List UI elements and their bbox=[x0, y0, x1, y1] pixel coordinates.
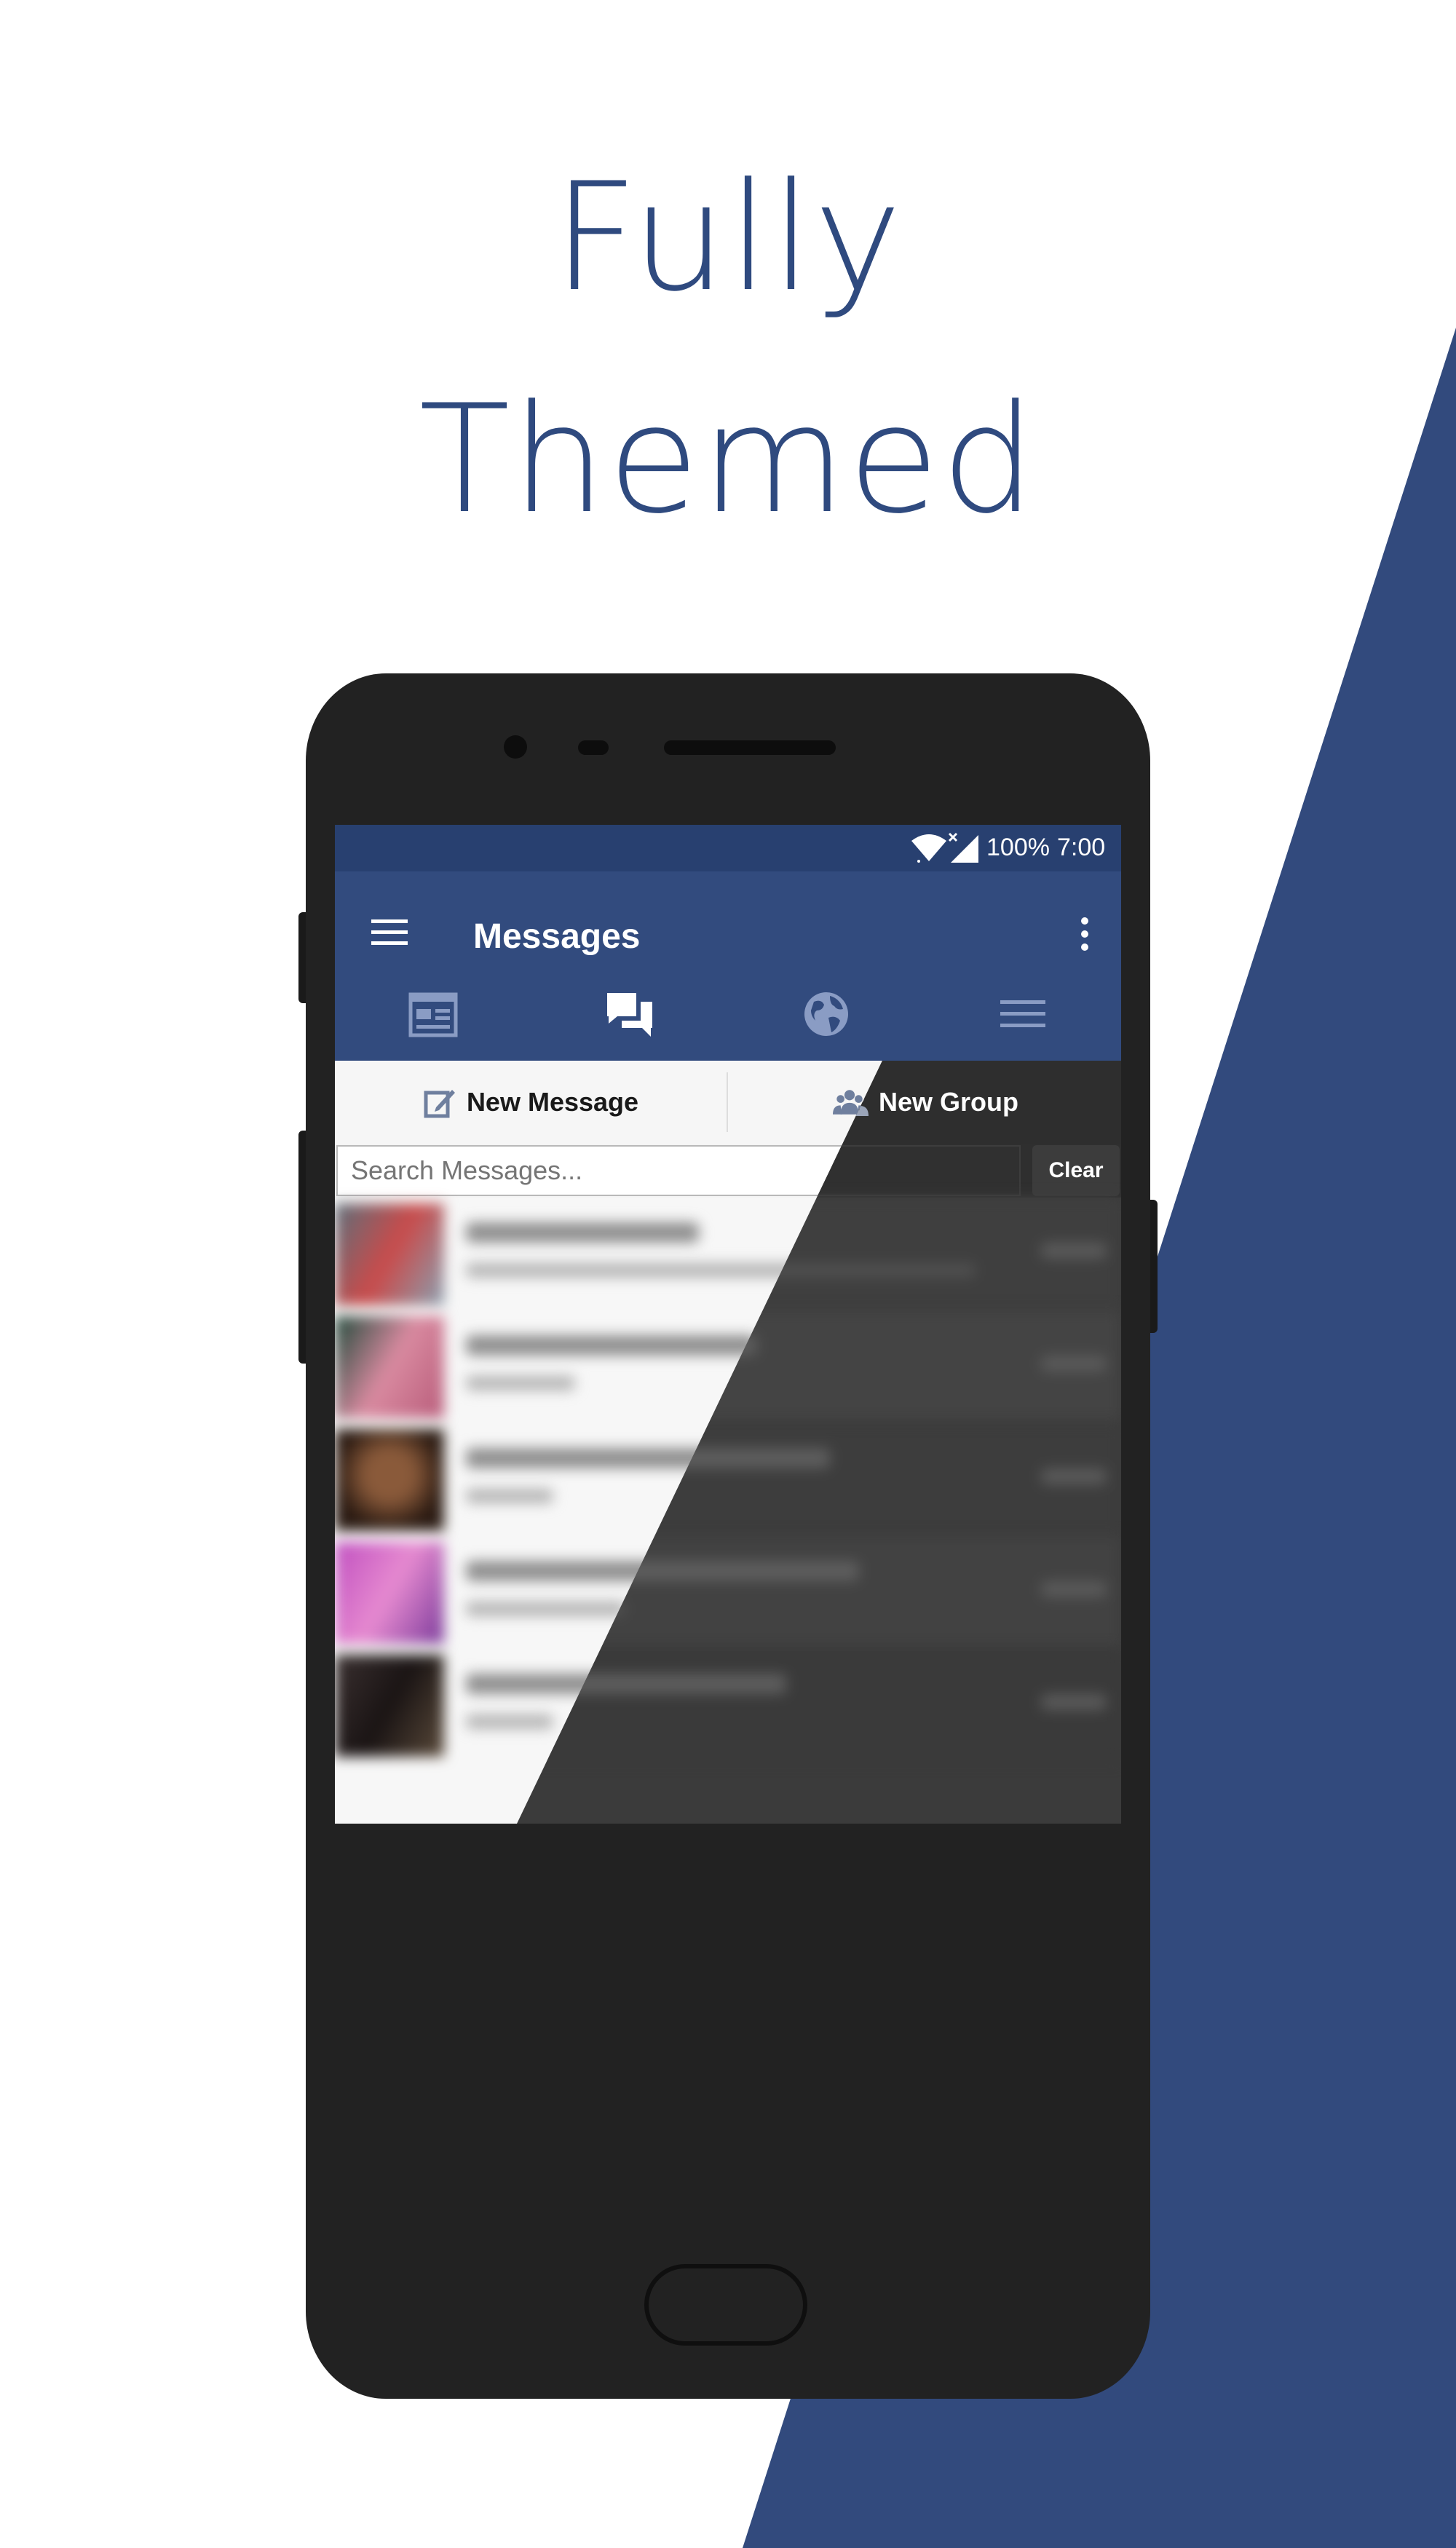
battery-level: 100% bbox=[986, 834, 1050, 861]
conversation-row[interactable] bbox=[335, 1198, 1121, 1310]
new-message-button[interactable]: New Message bbox=[335, 1061, 727, 1144]
phone-mockup: 100% 7:00 Messages New Message New Group… bbox=[306, 673, 1150, 2399]
search-input[interactable] bbox=[336, 1145, 1021, 1196]
globe-icon bbox=[804, 992, 848, 1036]
menu-icon[interactable] bbox=[370, 917, 411, 949]
conversation-row[interactable] bbox=[335, 1649, 1121, 1762]
proximity-sensor bbox=[578, 740, 609, 755]
tab-news-feed[interactable] bbox=[335, 968, 531, 1061]
headline-line-2: Themed bbox=[419, 373, 1037, 547]
page-title: Messages bbox=[473, 917, 641, 956]
search-row: Clear bbox=[335, 1144, 1121, 1198]
clock: 7:00 bbox=[1057, 834, 1106, 861]
headline-line-1: Fully bbox=[553, 151, 903, 325]
conversation-row[interactable] bbox=[335, 1536, 1121, 1649]
earpiece-speaker bbox=[664, 740, 836, 755]
conversation-row[interactable] bbox=[335, 1423, 1121, 1536]
messages-icon bbox=[607, 993, 652, 1037]
tab-notifications[interactable] bbox=[728, 968, 925, 1061]
new-group-button[interactable]: New Group bbox=[728, 1061, 1121, 1144]
app-toolbar: Messages bbox=[335, 871, 1121, 1061]
group-icon bbox=[832, 1090, 866, 1115]
compose-icon bbox=[424, 1090, 455, 1118]
tab-messages[interactable] bbox=[531, 968, 728, 1061]
tab-bar bbox=[335, 968, 1121, 1061]
tab-menu[interactable] bbox=[925, 968, 1121, 1061]
avatar bbox=[335, 1316, 444, 1418]
front-camera bbox=[504, 735, 527, 759]
avatar bbox=[335, 1655, 444, 1757]
signal-icon bbox=[948, 832, 978, 863]
status-bar: 100% 7:00 bbox=[335, 825, 1121, 871]
avatar bbox=[335, 1429, 444, 1531]
phone-screen: 100% 7:00 Messages New Message New Group… bbox=[335, 825, 1121, 1824]
home-button bbox=[644, 2264, 807, 2346]
new-group-label: New Group bbox=[876, 1087, 1016, 1117]
conversation-list bbox=[335, 1198, 1121, 1824]
avatar bbox=[335, 1542, 444, 1644]
news-feed-icon bbox=[408, 992, 458, 1037]
clear-search-button[interactable]: Clear bbox=[1032, 1145, 1120, 1196]
wifi-icon bbox=[911, 834, 946, 863]
message-actions: New Message New Group bbox=[335, 1061, 1121, 1144]
avatar bbox=[335, 1203, 444, 1305]
conversation-row[interactable] bbox=[335, 1310, 1121, 1423]
new-message-label: New Message bbox=[466, 1087, 639, 1117]
menu-lines-icon bbox=[1000, 1000, 1045, 1027]
overflow-menu-icon[interactable] bbox=[1077, 917, 1092, 951]
